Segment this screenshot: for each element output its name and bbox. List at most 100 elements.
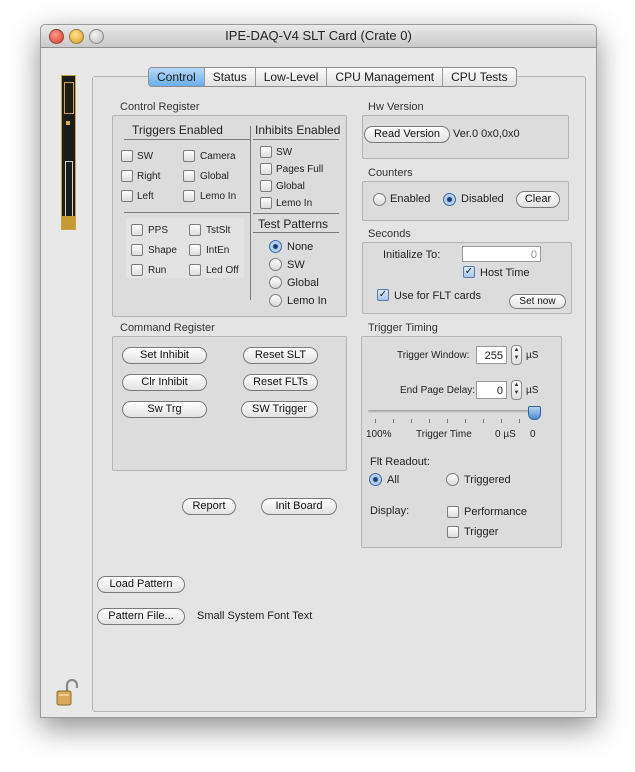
trigger-global-label: Global bbox=[200, 171, 229, 182]
use-for-flt-label: Use for FLT cards bbox=[394, 290, 482, 302]
trigger-window-stepper[interactable]: ▲ ▼ bbox=[511, 345, 522, 365]
inhibit-global-label: Global bbox=[276, 181, 305, 192]
tab-cpu-tests[interactable]: CPU Tests bbox=[443, 68, 515, 86]
init-board-button[interactable]: Init Board bbox=[261, 498, 337, 515]
initialize-to-field[interactable]: 0 bbox=[462, 246, 541, 262]
set-now-button[interactable]: Set now bbox=[509, 294, 566, 309]
pattern-file-button[interactable]: Pattern File... bbox=[97, 608, 185, 625]
hw-version-label: Hw Version bbox=[368, 101, 424, 113]
test-pattern-global-radio[interactable] bbox=[269, 276, 282, 289]
initialize-to-label: Initialize To: bbox=[383, 249, 441, 261]
control-register-label: Control Register bbox=[120, 101, 200, 113]
test-patterns-header: Test Patterns bbox=[258, 217, 329, 231]
seconds-label: Seconds bbox=[368, 228, 411, 240]
display-performance-checkbox[interactable] bbox=[447, 506, 459, 518]
slider-ticks bbox=[375, 419, 525, 423]
tab-bar: Control Status Low-Level CPU Management … bbox=[148, 67, 517, 87]
reset-slt-button[interactable]: Reset SLT bbox=[243, 347, 318, 364]
reset-flts-button[interactable]: Reset FLTs bbox=[243, 374, 318, 391]
hw-version-value: Ver.0 0x0,0x0 bbox=[453, 128, 520, 140]
run-checkbox[interactable] bbox=[131, 264, 143, 276]
test-pattern-lemo-in-label: Lemo In bbox=[287, 295, 327, 307]
use-for-flt-checkbox[interactable]: ✓ bbox=[377, 289, 389, 301]
sw-trg-button[interactable]: Sw Trg bbox=[122, 401, 207, 418]
slider-unit-label: 0 µS bbox=[495, 429, 516, 440]
pps-label: PPS bbox=[148, 225, 169, 236]
flt-readout-all-label: All bbox=[387, 474, 400, 486]
tstslt-label: TstSlt bbox=[206, 225, 231, 236]
trigger-timing-label: Trigger Timing bbox=[368, 322, 438, 334]
trigger-left-checkbox[interactable] bbox=[121, 190, 133, 202]
trigger-window-field[interactable]: 255 bbox=[476, 346, 507, 364]
inhibit-pages-full-label: Pages Full bbox=[276, 164, 324, 175]
end-page-delay-stepper[interactable]: ▲ ▼ bbox=[511, 380, 522, 400]
set-inhibit-button[interactable]: Set Inhibit bbox=[122, 347, 207, 364]
flt-readout-triggered-radio[interactable] bbox=[446, 473, 459, 486]
slider-value-label: 0 bbox=[530, 429, 536, 440]
display-trigger-checkbox[interactable] bbox=[447, 526, 459, 538]
flt-readout-label: Flt Readout: bbox=[370, 456, 430, 468]
display-label: Display: bbox=[370, 505, 410, 517]
read-version-button[interactable]: Read Version bbox=[364, 126, 450, 143]
tab-status[interactable]: Status bbox=[205, 68, 256, 86]
end-page-delay-label: End Page Delay: bbox=[400, 385, 476, 396]
host-time-label: Host Time bbox=[480, 267, 530, 279]
test-pattern-sw-label: SW bbox=[287, 259, 305, 271]
trigger-window-unit: µS bbox=[526, 350, 539, 361]
report-button[interactable]: Report bbox=[182, 498, 236, 515]
counters-disabled-label: Disabled bbox=[461, 193, 504, 205]
clr-inhibit-button[interactable]: Clr Inhibit bbox=[122, 374, 207, 391]
title-bar[interactable]: IPE-DAQ-V4 SLT Card (Crate 0) bbox=[41, 25, 596, 48]
test-pattern-none-radio[interactable] bbox=[269, 240, 282, 253]
sw-trigger-button[interactable]: SW Trigger bbox=[241, 401, 318, 418]
test-pattern-global-label: Global bbox=[287, 277, 319, 289]
test-pattern-lemo-in-radio[interactable] bbox=[269, 294, 282, 307]
lock-icon[interactable] bbox=[56, 678, 79, 707]
led-off-checkbox[interactable] bbox=[189, 264, 201, 276]
pps-checkbox[interactable] bbox=[131, 224, 143, 236]
trigger-lemo-in-label: Lemo In bbox=[200, 191, 237, 202]
trigger-time-slider-knob[interactable] bbox=[528, 406, 541, 420]
inten-checkbox[interactable] bbox=[189, 244, 201, 256]
tstslt-checkbox[interactable] bbox=[189, 224, 201, 236]
trigger-lemo-in-checkbox[interactable] bbox=[183, 190, 195, 202]
end-page-delay-unit: µS bbox=[526, 385, 539, 396]
slider-min-label: 100% bbox=[366, 429, 392, 440]
trigger-global-checkbox[interactable] bbox=[183, 170, 195, 182]
trigger-left-label: Left bbox=[137, 191, 154, 202]
counters-enabled-radio[interactable] bbox=[373, 193, 386, 206]
counters-enabled-label: Enabled bbox=[390, 193, 431, 205]
tab-control[interactable]: Control bbox=[149, 68, 205, 86]
inhibit-sw-checkbox[interactable] bbox=[260, 146, 272, 158]
inhibit-lemo-in-checkbox[interactable] bbox=[260, 197, 272, 209]
trigger-sw-checkbox[interactable] bbox=[121, 150, 133, 162]
end-page-delay-field[interactable]: 0 bbox=[476, 381, 507, 399]
inhibit-lemo-in-label: Lemo In bbox=[276, 198, 313, 209]
display-trigger-label: Trigger bbox=[464, 526, 499, 538]
counters-label: Counters bbox=[368, 167, 413, 179]
trigger-time-slider-track[interactable] bbox=[368, 410, 536, 413]
flt-readout-all-radio[interactable] bbox=[369, 473, 382, 486]
trigger-camera-checkbox[interactable] bbox=[183, 150, 195, 162]
host-time-checkbox[interactable]: ✓ bbox=[463, 266, 475, 278]
led-off-label: Led Off bbox=[206, 265, 239, 276]
inhibit-global-checkbox[interactable] bbox=[260, 180, 272, 192]
trigger-sw-label: SW bbox=[137, 151, 154, 162]
triggers-enabled-header: Triggers Enabled bbox=[132, 123, 223, 137]
shape-checkbox[interactable] bbox=[131, 244, 143, 256]
inhibit-pages-full-checkbox[interactable] bbox=[260, 163, 272, 175]
trigger-camera-label: Camera bbox=[200, 151, 236, 162]
trigger-right-checkbox[interactable] bbox=[121, 170, 133, 182]
pattern-file-text: Small System Font Text bbox=[197, 610, 313, 622]
counters-disabled-radio[interactable] bbox=[443, 193, 456, 206]
counters-clear-button[interactable]: Clear bbox=[516, 191, 560, 208]
flt-readout-triggered-label: Triggered bbox=[464, 474, 511, 486]
trigger-right-label: Right bbox=[137, 171, 161, 182]
load-pattern-button[interactable]: Load Pattern bbox=[97, 576, 185, 593]
tab-cpu-management[interactable]: CPU Management bbox=[327, 68, 444, 86]
display-performance-label: Performance bbox=[464, 506, 527, 518]
tab-low-level[interactable]: Low-Level bbox=[256, 68, 328, 86]
inhibits-enabled-header: Inhibits Enabled bbox=[255, 123, 341, 137]
command-register-label: Command Register bbox=[120, 322, 215, 334]
test-pattern-sw-radio[interactable] bbox=[269, 258, 282, 271]
